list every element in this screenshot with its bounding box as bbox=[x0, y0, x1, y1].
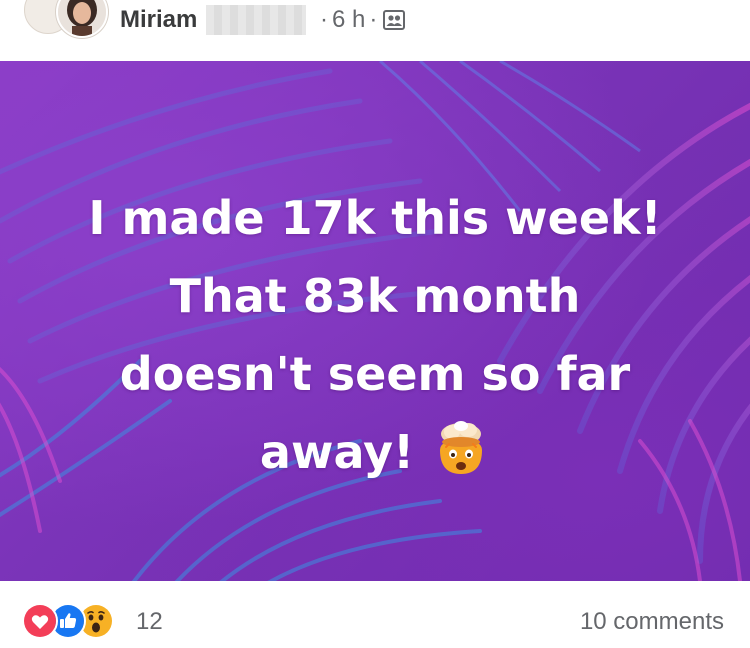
exploding-head-emoji-icon bbox=[432, 420, 490, 478]
post-header: Miriam · 6 h · bbox=[0, 0, 750, 60]
reactions-summary[interactable] bbox=[22, 603, 114, 639]
post-text-line: That 83k month bbox=[169, 269, 581, 323]
post-text-line: away! bbox=[259, 425, 415, 479]
friends-icon[interactable] bbox=[383, 9, 406, 31]
post-background: I made 17k this week! That 83k month doe… bbox=[0, 61, 750, 581]
author-name[interactable]: Miriam bbox=[120, 6, 197, 34]
comments-count-link[interactable]: 10 comments bbox=[580, 608, 724, 636]
post-meta: · 6 h · bbox=[316, 6, 406, 34]
avatar-image bbox=[58, 0, 106, 36]
post-text-line: doesn't seem so far bbox=[119, 347, 631, 401]
separator-dot: · bbox=[320, 6, 328, 33]
redacted-surname bbox=[206, 5, 306, 35]
post-footer: 12 10 comments bbox=[0, 582, 750, 648]
post-text-line: I made 17k this week! bbox=[88, 191, 662, 245]
post-text: I made 17k this week! That 83k month doe… bbox=[40, 179, 710, 491]
post-time[interactable]: 6 h bbox=[332, 6, 365, 34]
author-avatar[interactable] bbox=[56, 0, 108, 38]
reaction-count[interactable]: 12 bbox=[136, 608, 163, 636]
facebook-post: Miriam · 6 h · I made 17k this week! Tha… bbox=[0, 0, 750, 648]
separator-dot: · bbox=[369, 6, 378, 33]
love-reaction-icon bbox=[22, 603, 58, 639]
post-text-line-last: away! bbox=[40, 413, 710, 491]
